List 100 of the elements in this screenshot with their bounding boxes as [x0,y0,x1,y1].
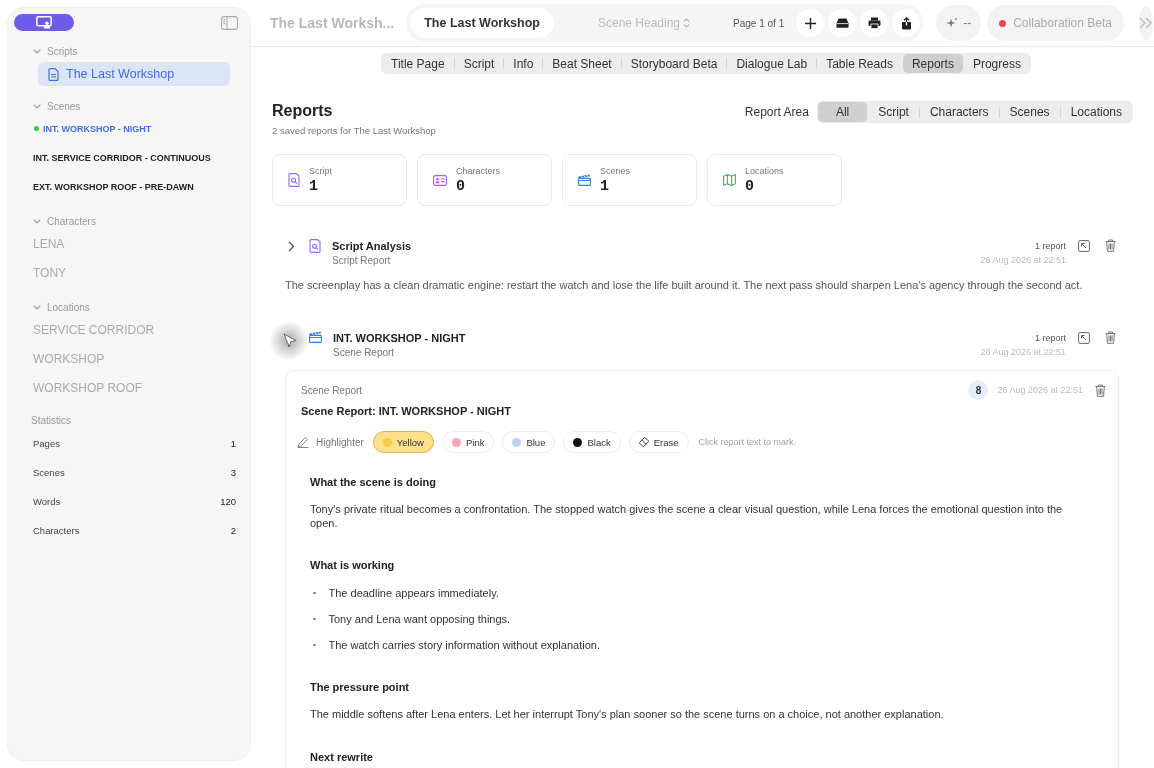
filter-option[interactable]: Scenes [999,102,1060,122]
scene-item[interactable]: EXT. WORKSHOP ROOF - PRE-DAWN [33,181,194,192]
report-date: 26 Aug 2026 at 22:51 [980,346,1066,359]
report-date: 26 Aug 2026 at 22:51 [980,254,1066,267]
share-icon [900,16,912,30]
drive-icon [835,18,849,28]
statistic-label: Characters [33,525,80,536]
stat-label: Scenes [600,164,631,177]
report-title: INT. WORKSHOP - NIGHT [333,331,466,345]
bullet-icon [313,617,316,621]
monitor-person-icon [36,16,52,29]
highlighter-label: Highlighter [316,436,364,448]
bullet-icon [313,591,316,595]
statistic-label: Words [33,496,61,507]
expand-arrow-icon[interactable] [1078,332,1090,344]
scene-item[interactable]: INT. SERVICE CORRIDOR - CONTINUOUS [33,152,211,163]
trash-icon[interactable] [1105,239,1116,252]
section-heading: What the scene is doing [310,475,436,489]
eraser-icon [638,437,649,447]
report-summary: The screenplay has a clean dramatic engine: restart the watch and lose the life built around it. The next pass should sharpen Lena's agency through the second act. [285,278,1083,292]
status-dot-icon [34,126,39,131]
section-heading: Next rewrite [310,749,373,764]
stat-label: Characters [456,164,500,177]
report-type: Scene Report [333,346,395,359]
tab[interactable]: Beat Sheet [543,54,621,73]
statistic-value: 1 [230,438,236,449]
clapperboard-icon [309,331,322,343]
report-type-label: Scene Report [301,384,363,396]
statistic-value: 2 [230,525,236,536]
report-count: 1 report [1034,332,1066,345]
share-button[interactable] [892,9,921,37]
statistic-label: Pages [33,438,60,449]
ai-status-button[interactable]: -- [936,5,982,41]
section-heading: The pressure point [310,680,410,694]
up-down-chevron-icon [683,18,691,28]
stat-value: 0 [456,177,465,196]
document-search-icon [309,239,321,253]
clapperboard-icon [578,174,591,186]
scene-item[interactable]: INT. WORKSHOP - NIGHT [33,123,152,134]
trash-icon[interactable] [1095,383,1106,397]
filter-option[interactable]: Characters [919,102,999,122]
report-date: 26 Aug 2026 at 22:51 [997,385,1083,395]
bullet-text: The deadline appears immediately. [328,586,499,600]
section-heading: What is working [310,558,395,572]
tab[interactable]: Dialogue Lab [727,54,817,73]
print-button[interactable] [860,9,889,37]
tab[interactable]: Info [504,54,543,73]
workspace-button[interactable] [14,14,74,31]
filter-option[interactable]: Locations [1060,102,1132,122]
tab[interactable]: Table Reads [817,54,902,73]
sidebar-toggle-icon[interactable] [221,15,238,30]
statistic-value: 120 [220,496,236,507]
drive-button[interactable] [828,9,857,37]
document-search-icon [288,173,300,187]
highlighter-option[interactable]: Black [563,431,621,453]
stat-value: 0 [745,177,754,196]
highlighter-option[interactable]: Pink [441,431,495,453]
pencil-icon [297,436,309,448]
expand-arrow-icon[interactable] [1078,240,1090,252]
tab[interactable]: Title Page [382,54,454,73]
statistics-heading: Statistics [31,415,71,426]
chevron-right-icon[interactable] [287,240,295,252]
plus-icon [804,17,816,29]
report-type: Script Report [332,254,391,267]
document-icon [48,67,59,81]
bullet-icon [313,643,316,647]
statistic-label: Scenes [33,467,65,478]
filter-option[interactable]: Script [868,102,919,122]
filter-option[interactable]: All [817,102,868,122]
highlighter-option[interactable]: Yellow [372,431,434,453]
hint-text: Click report text to mark. [698,437,797,447]
statistic-value: 3 [230,467,236,478]
stat-label: Locations [745,164,784,177]
bullet-text: The watch carries story information without explanation. [328,638,600,652]
stat-value: 1 [309,177,318,196]
add-button[interactable] [796,9,825,37]
trash-icon[interactable] [1105,331,1116,344]
report-count: 1 report [1034,240,1066,253]
stat-label: Script [309,164,332,177]
document-tab[interactable]: The Last Workshop [410,8,554,38]
tab[interactable]: Storyboard Beta [621,54,727,73]
count-badge: 8 [968,380,989,400]
highlighter-option[interactable]: Erase [628,431,689,453]
filter-label: Report Area [744,105,809,119]
page-title: Reports [272,101,333,121]
report-heading: Scene Report: INT. WORKSHOP - NIGHT [301,404,512,418]
stat-value: 1 [600,177,609,196]
report-paragraph: Tony's private ritual becomes a confrontation. The stopped watch gives the scene a clear visual question, while Lena forces the emotional question into the open. [310,503,1064,530]
highlighter-option[interactable]: Blue [502,431,556,453]
tab[interactable]: Progress [963,54,1030,73]
tab[interactable]: Script [454,54,504,73]
double-chevron-right-icon [1138,17,1153,29]
report-paragraph: The middle softens after Lena enters. Let her interrupt Tony's plan sooner so the scene turns on a choice, not another explanation. [310,708,945,722]
report-title: Script Analysis [332,239,412,253]
script-item[interactable]: The Last Workshop [38,62,230,86]
map-icon [723,174,736,186]
tab[interactable]: Reports [902,54,963,73]
page-indicator: Page 1 of 1 [733,17,785,29]
printer-icon [867,17,881,29]
bullet-text: Tony and Lena want opposing things. [328,612,511,626]
